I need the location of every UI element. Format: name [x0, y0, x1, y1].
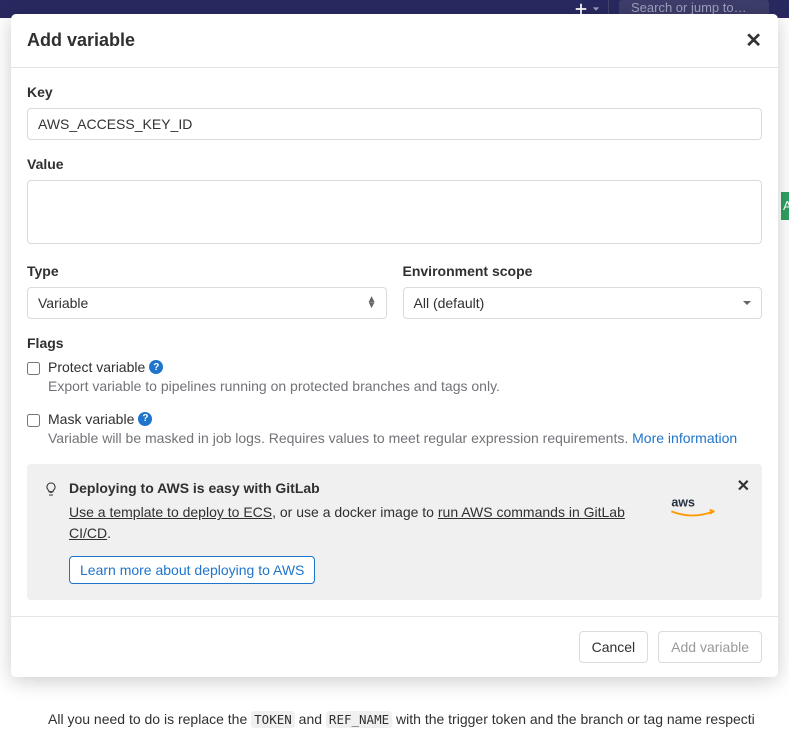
- env-scope-select[interactable]: All (default): [403, 287, 763, 319]
- background-help-text: All you need to do is replace the TOKEN …: [48, 711, 755, 727]
- bulb-icon: [43, 481, 59, 584]
- help-icon[interactable]: ?: [138, 412, 152, 426]
- help-icon[interactable]: ?: [149, 360, 163, 374]
- env-scope-label: Environment scope: [403, 263, 763, 279]
- callout-text: Use a template to deploy to ECS, or use …: [69, 502, 666, 544]
- protect-variable-checkbox[interactable]: [27, 362, 40, 375]
- key-label: Key: [27, 84, 762, 100]
- svg-text:aws: aws: [671, 496, 695, 510]
- protect-variable-title: Protect variable: [48, 359, 145, 375]
- cancel-button[interactable]: Cancel: [579, 631, 649, 663]
- add-variable-modal: Add variable ✕ Key Value Type Variable ▲…: [11, 14, 778, 677]
- value-input[interactable]: [27, 180, 762, 244]
- modal-footer: Cancel Add variable: [11, 616, 778, 677]
- more-information-link[interactable]: More information: [632, 430, 737, 446]
- value-label: Value: [27, 156, 762, 172]
- type-select[interactable]: Variable: [27, 287, 387, 319]
- add-variable-button[interactable]: Add variable: [658, 631, 762, 663]
- mask-variable-checkbox[interactable]: [27, 414, 40, 427]
- key-input[interactable]: [27, 108, 762, 140]
- type-label: Type: [27, 263, 387, 279]
- modal-title: Add variable: [27, 30, 135, 51]
- aws-logo: aws: [668, 492, 718, 527]
- mask-variable-desc: Variable will be masked in job logs. Req…: [48, 429, 762, 449]
- close-icon[interactable]: ✕: [745, 31, 762, 51]
- modal-header: Add variable ✕: [11, 14, 778, 68]
- mask-variable-title: Mask variable: [48, 411, 134, 427]
- green-snippet: A: [781, 192, 789, 220]
- learn-more-aws-button[interactable]: Learn more about deploying to AWS: [69, 556, 315, 584]
- close-icon[interactable]: ✕: [737, 476, 750, 496]
- ecs-template-link[interactable]: Use a template to deploy to ECS: [69, 504, 272, 520]
- callout-title: Deploying to AWS is easy with GitLab: [69, 480, 666, 496]
- flags-label: Flags: [27, 335, 762, 351]
- protect-variable-desc: Export variable to pipelines running on …: [48, 377, 762, 397]
- aws-callout: Deploying to AWS is easy with GitLab Use…: [27, 464, 762, 600]
